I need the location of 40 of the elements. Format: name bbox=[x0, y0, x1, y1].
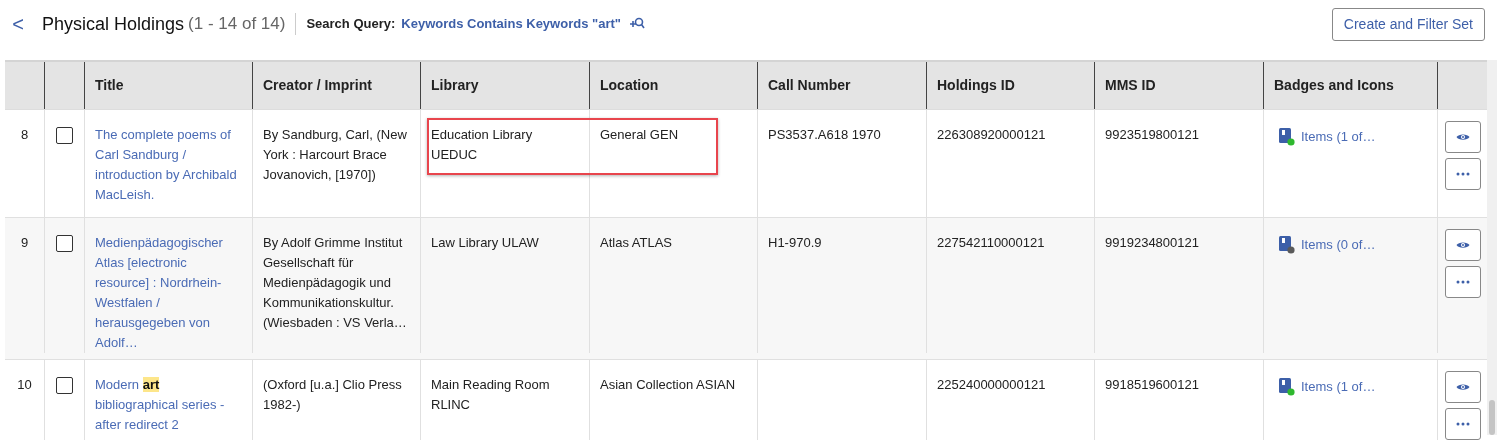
creator-text: (Oxford [u.a.] Clio Press 1982-) bbox=[263, 377, 402, 412]
table-cell: Law Library ULAW bbox=[431, 235, 539, 250]
table-cell: H1-970.9 bbox=[768, 235, 822, 250]
row-number: 8 bbox=[5, 110, 45, 217]
result-count: (1 - 14 of 14) bbox=[188, 13, 286, 36]
table-cell: 227542110000121 bbox=[937, 235, 1045, 250]
table-cell: General GEN bbox=[600, 127, 679, 142]
page-title: Physical Holdings bbox=[42, 12, 185, 36]
items-link[interactable]: Items (1 of… bbox=[1301, 127, 1376, 147]
column-header[interactable]: Title bbox=[85, 62, 253, 109]
table-cell: PS3537.A618 1970 bbox=[768, 127, 881, 142]
creator-text: By Sandburg, Carl, (New York : Harcourt Brace Jovanovich, [1970]) bbox=[263, 127, 407, 182]
items-link[interactable]: Items (0 of… bbox=[1301, 235, 1376, 255]
back-button[interactable]: < bbox=[10, 9, 26, 39]
table-cell: 9919234800121 bbox=[1105, 235, 1199, 250]
column-header[interactable]: Creator / Imprint bbox=[253, 62, 421, 109]
title-link[interactable]: The complete poems of Carl Sandburg / introduction by Archibald MacLeish. bbox=[95, 125, 242, 205]
row-number: 10 bbox=[5, 360, 45, 440]
column-header[interactable]: Call Number bbox=[758, 62, 927, 109]
title-link[interactable]: Modern art bibliographical series - after redirect 2 bbox=[95, 375, 242, 435]
column-header[interactable]: Badges and Icons bbox=[1264, 62, 1438, 109]
table-cell: Asian Collection ASIAN bbox=[600, 377, 736, 392]
table-cell: Main Reading Room RLINC bbox=[431, 377, 550, 412]
table-cell: 9923519800121 bbox=[1105, 127, 1199, 142]
table-cell: 225240000000121 bbox=[937, 377, 1046, 392]
create-filter-set-button[interactable]: Create and Filter Set bbox=[1331, 7, 1485, 41]
row-number: 9 bbox=[5, 218, 45, 353]
query-link[interactable]: Keywords Contains Keywords "art" bbox=[401, 14, 621, 34]
table-cell: 9918519600121 bbox=[1105, 377, 1199, 392]
column-header[interactable]: Holdings ID bbox=[927, 62, 1095, 109]
title-link[interactable]: Medienpädagogischer Atlas [electronic resource] : Nordrhein-Westfalen / herausgegeben von Adolf… bbox=[95, 233, 242, 353]
table-cell: 226308920000121 bbox=[937, 127, 1046, 142]
items-link[interactable]: Items (1 of… bbox=[1301, 377, 1376, 397]
table-cell: Atlas ATLAS bbox=[600, 235, 672, 250]
column-header[interactable]: MMS ID bbox=[1095, 62, 1264, 109]
column-header[interactable]: Location bbox=[590, 62, 758, 109]
column-header[interactable]: Library bbox=[421, 62, 590, 109]
table-cell: Education Library UEDUC bbox=[431, 127, 533, 162]
creator-text: By Adolf Grimme Institut Gesellschaft für Medienpädagogik und Kommunikationskultur. (Wiesbaden : VS Verla… bbox=[263, 235, 407, 330]
query-label: Search Query: bbox=[306, 15, 396, 34]
